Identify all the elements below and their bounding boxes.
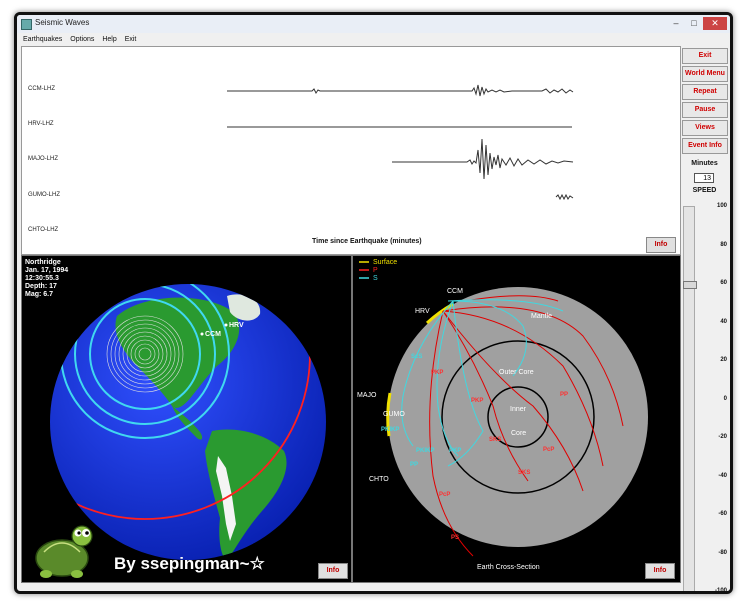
menu-options[interactable]: Options xyxy=(70,33,94,46)
mantle-disc xyxy=(388,287,648,547)
trace-gumo xyxy=(555,193,574,201)
phase-label-11: PcP xyxy=(439,492,450,498)
seismogram-info-button[interactable]: Info xyxy=(646,237,676,253)
event-depth: Depth: 17 xyxy=(25,283,57,290)
menu-bar: Earthquakes Options Help Exit xyxy=(17,33,730,46)
menu-exit[interactable]: Exit xyxy=(125,33,137,46)
app-window: Seismic Waves – □ ✕ Earthquakes Options … xyxy=(14,12,733,594)
event-date: Jan. 17, 1994 xyxy=(25,267,69,274)
phase-label-13: PP xyxy=(560,392,568,398)
minutes-label: Minutes xyxy=(691,160,718,167)
legend-s: S xyxy=(373,275,378,282)
xs-station-chto: CHTO xyxy=(369,476,389,483)
xs-station-majo: MAJO xyxy=(357,392,377,399)
globe-station-ccm: CCM xyxy=(205,331,221,338)
turtle-mascot-icon xyxy=(35,525,93,578)
watermark-text: By ssepingman~☆ xyxy=(114,554,265,573)
layer-outer-core: Outer Core xyxy=(499,369,534,376)
menu-earthquakes[interactable]: Earthquakes xyxy=(23,33,62,46)
menu-help[interactable]: Help xyxy=(102,33,116,46)
speed-tick-1: 80 xyxy=(720,241,727,248)
phase-label-4: PcP xyxy=(543,447,554,453)
seismogram-panel: CCM-LHZ HRV-LHZ MAJO-LHZ GUMO-LHZ CHTO-L… xyxy=(21,46,681,262)
event-time: 12:30:55.3 xyxy=(25,275,59,282)
speed-tick-0: 100 xyxy=(716,203,727,209)
phase-label-2: PKP xyxy=(471,398,483,404)
cross-section-panel: Surface P S Mantle Outer Core Inner Core… xyxy=(352,255,681,583)
event-mag: Mag: 6.7 xyxy=(25,291,54,298)
globe-info-button[interactable]: Info xyxy=(318,563,348,579)
phase-label-6: ScS xyxy=(411,354,422,360)
speed-slider-thumb[interactable] xyxy=(683,281,697,289)
minutes-field[interactable]: 13 xyxy=(694,173,714,183)
app-icon xyxy=(21,19,32,30)
xs-station-ccm: CCM xyxy=(447,288,463,295)
maximize-button[interactable]: □ xyxy=(685,17,703,30)
legend-surface: Surface xyxy=(373,259,397,266)
world-menu-button[interactable]: World Menu xyxy=(682,66,728,82)
globe-station-hrv: HRV xyxy=(229,322,244,329)
speed-tick-3: 40 xyxy=(720,318,727,325)
repeat-button[interactable]: Repeat xyxy=(682,84,728,100)
phase-label-9: PP xyxy=(410,462,418,468)
phase-label-1: PKP xyxy=(431,370,443,376)
globe-panel: CCM HRV Northridge Jan. 17, 1994 12:30:5… xyxy=(21,255,352,583)
speed-tick-10: -100 xyxy=(714,588,727,594)
speed-tick-2: 60 xyxy=(720,280,727,286)
event-info-button[interactable]: Event Info xyxy=(682,138,728,154)
event-name: Northridge xyxy=(25,259,61,266)
trace-ccm xyxy=(227,84,574,97)
speed-tick-5: 0 xyxy=(723,395,727,402)
control-sidebar: Exit World Menu Repeat Pause Views Event… xyxy=(681,46,730,591)
views-button[interactable]: Views xyxy=(682,120,728,136)
close-button[interactable]: ✕ xyxy=(703,17,727,30)
seismogram-traces xyxy=(227,84,574,201)
speed-slider[interactable] xyxy=(683,206,697,591)
wave-legend xyxy=(359,261,369,279)
phase-label-10: PKP xyxy=(449,448,461,454)
speed-tick-8: -60 xyxy=(718,511,727,517)
phase-label-7: PKIKP xyxy=(381,427,399,433)
phase-label-12: PS xyxy=(451,535,459,541)
cross-section-view: Surface P S Mantle Outer Core Inner Core… xyxy=(357,259,648,557)
layer-core: Core xyxy=(511,430,526,437)
legend-p: P xyxy=(373,267,378,274)
speed-tick-4: 20 xyxy=(720,357,727,363)
globe-view: CCM HRV xyxy=(35,284,326,578)
minimize-button[interactable]: – xyxy=(667,17,685,30)
phase-label-3: SKS xyxy=(489,437,501,443)
phase-label-8: PKIKP xyxy=(416,448,434,454)
layer-inner: Inner xyxy=(510,406,527,413)
xs-station-hrv: HRV xyxy=(415,308,430,315)
speed-tick-6: -20 xyxy=(718,434,727,440)
cross-section-caption: Earth Cross-Section xyxy=(477,564,540,571)
trace-majo xyxy=(392,138,574,180)
speed-tick-9: -80 xyxy=(718,549,727,556)
speed-tick-7: -40 xyxy=(718,472,727,479)
title-bar: Seismic Waves – □ ✕ xyxy=(17,15,730,34)
xs-station-gumo: GUMO xyxy=(383,411,405,418)
exit-button[interactable]: Exit xyxy=(682,48,728,64)
time-axis-label: Time since Earthquake (minutes) xyxy=(312,238,422,245)
pause-button[interactable]: Pause xyxy=(682,102,728,118)
phase-label-5: SKS xyxy=(518,470,530,476)
event-info-text: Northridge Jan. 17, 1994 12:30:55.3 Dept… xyxy=(25,259,68,299)
layer-mantle: Mantle xyxy=(531,313,552,320)
window-title: Seismic Waves xyxy=(35,18,90,27)
cross-section-info-button[interactable]: Info xyxy=(645,563,675,579)
speed-label: SPEED xyxy=(692,187,717,194)
